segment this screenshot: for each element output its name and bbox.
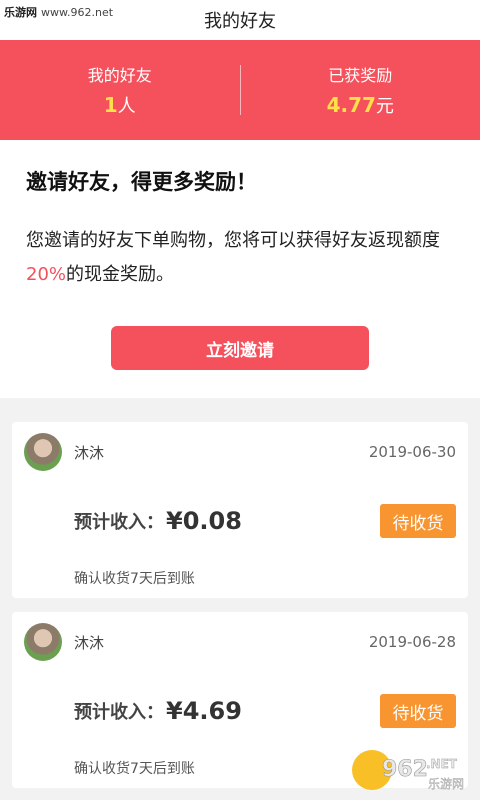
friends-stat: 我的好友 1人 — [0, 62, 240, 118]
invite-title: 邀请好友，得更多奖励！ — [26, 170, 257, 194]
watermark-logo-cn: 乐游网 — [428, 777, 464, 791]
earn-amount: ¥0.08 — [166, 507, 242, 535]
invite-section: 邀请好友，得更多奖励！ 您邀请的好友下单购物，您将可以获得好友返现额度 20%的现… — [0, 140, 480, 398]
invite-desc-after: 的现金奖励。 — [66, 264, 175, 285]
friends-unit: 人 — [117, 96, 136, 117]
record-date: 2019-06-30 — [368, 443, 456, 461]
friend-name: 沐沐 — [74, 443, 105, 462]
earn-label: 预计收入： — [74, 512, 164, 533]
record-date: 2019-06-28 — [368, 633, 456, 651]
stats-banner: 我的好友 1人 已获奖励 4.77元 — [0, 40, 480, 140]
invite-now-button[interactable]: 立刻邀请 — [111, 326, 369, 370]
friend-name: 沐沐 — [74, 633, 105, 652]
records-list: 沐沐 2019-06-30 预计收入： ¥0.08 待收货 确认收货7天后到账 … — [0, 422, 480, 788]
reward-value: 4.77元 — [327, 92, 394, 118]
reward-label: 已获奖励 — [328, 66, 393, 85]
reward-unit: 元 — [375, 96, 394, 117]
page-title: 我的好友 — [204, 11, 276, 32]
invite-description: 您邀请的好友下单购物，您将可以获得好友返现额度 20%的现金奖励。 — [26, 224, 454, 292]
reward-amount: 4.77 — [326, 93, 376, 117]
avatar — [24, 623, 62, 661]
friends-value: 1人 — [104, 92, 136, 118]
watermark-logo-tld: .NET — [426, 757, 458, 771]
record-earnings: 预计收入： ¥4.69 待收货 — [24, 694, 456, 728]
status-button[interactable]: 待收货 — [380, 694, 456, 728]
record-card: 沐沐 2019-06-30 预计收入： ¥0.08 待收货 确认收货7天后到账 — [12, 422, 468, 598]
watermark-top: 乐游网 www.962.net — [0, 0, 118, 24]
earn-label: 预计收入： — [74, 702, 164, 723]
watermark-logo: 962 .NET 乐游网 — [348, 742, 474, 798]
status-button[interactable]: 待收货 — [380, 504, 456, 538]
record-earnings: 预计收入： ¥0.08 待收货 — [24, 504, 456, 538]
earn-amount: ¥4.69 — [166, 697, 242, 725]
watermark-url: www.962.net — [41, 5, 114, 19]
watermark-brand: 乐游网 — [4, 6, 37, 19]
reward-stat: 已获奖励 4.77元 — [241, 62, 480, 118]
record-header: 沐沐 2019-06-30 — [24, 432, 456, 472]
invite-desc-before: 您邀请的好友下单购物，您将可以获得好友返现额度 — [26, 230, 440, 251]
watermark-logo-digits: 962 — [382, 757, 428, 782]
invite-percentage: 20% — [26, 264, 67, 285]
friends-label: 我的好友 — [87, 66, 152, 85]
avatar — [24, 433, 62, 471]
record-note: 确认收货7天后到账 — [74, 571, 195, 587]
friends-count: 1 — [103, 93, 118, 117]
record-header: 沐沐 2019-06-28 — [24, 622, 456, 662]
invite-button-wrap: 立刻邀请 — [26, 326, 454, 370]
